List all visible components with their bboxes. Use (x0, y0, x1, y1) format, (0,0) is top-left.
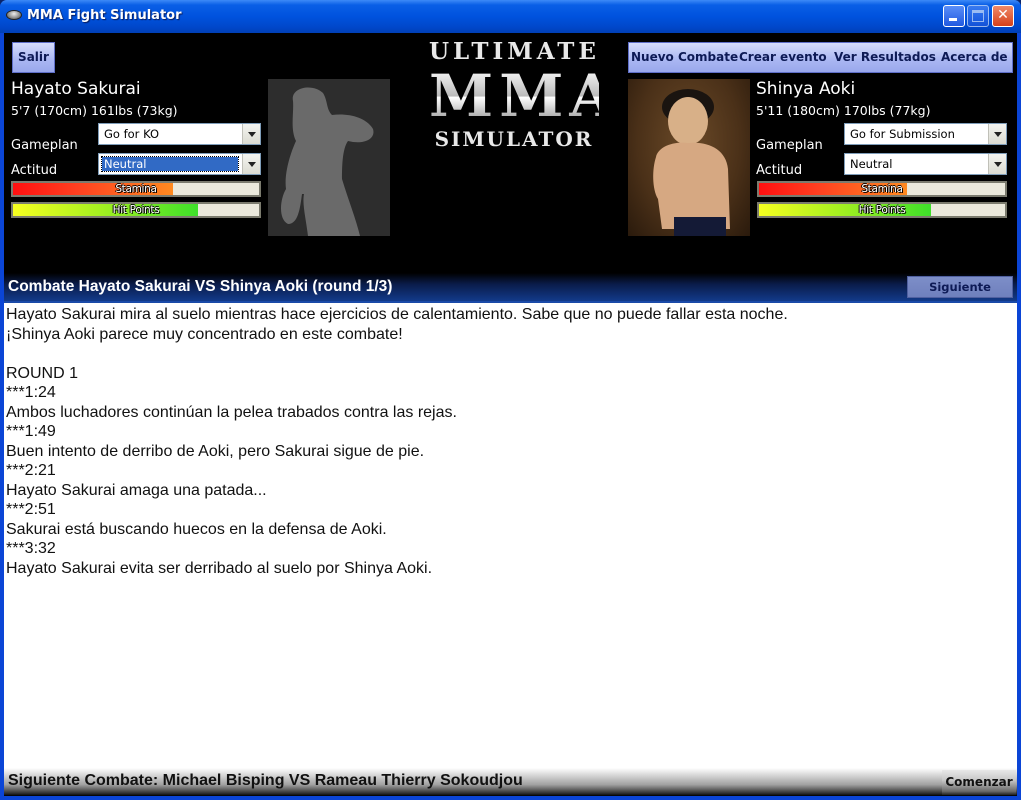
left-fighter-stats: 5'7 (170cm) 161lbs (73kg) (11, 103, 178, 118)
fighters-panel: Salir Nuevo Combate Crear evento Ver Res… (4, 33, 1017, 273)
fight-title: Combate Hayato Sakurai VS Shinya Aoki (r… (8, 278, 393, 295)
start-button[interactable]: Comenzar (942, 770, 1016, 795)
log-line: ***1:49 (6, 423, 56, 440)
next-fight-label: Siguiente Combate: Michael Bisping VS Ra… (8, 772, 523, 789)
right-gameplan-value: Go for Submission (850, 127, 955, 141)
left-gameplan-label: Gameplan (11, 138, 78, 153)
log-line: Hayato Sakurai evita ser derribado al su… (6, 559, 433, 577)
left-attitude-label: Actitud (11, 163, 58, 178)
menu-create-event[interactable]: Crear evento (739, 43, 827, 72)
fighter-photo-icon (653, 89, 730, 236)
left-gameplan-select[interactable]: Go for KO (98, 123, 261, 145)
maximize-button[interactable] (967, 5, 989, 27)
right-attitude-label: Actitud (756, 163, 803, 178)
window-title: MMA Fight Simulator (27, 8, 182, 23)
app-icon (6, 10, 22, 20)
menu-about[interactable]: Acerca de (941, 43, 1008, 72)
right-hp-label: Hit Points (858, 204, 906, 216)
minimize-button[interactable] (943, 5, 965, 27)
log-line: ROUND 1 (6, 364, 79, 382)
log-line: Hayato Sakurai amaga una patada... (6, 481, 267, 499)
right-stamina-label: Stamina (861, 183, 903, 195)
log-line: ***2:21 (6, 462, 56, 479)
next-round-button[interactable]: Siguiente Round (907, 276, 1013, 314)
chevron-down-icon[interactable] (988, 154, 1006, 174)
right-gameplan-select[interactable]: Go for Submission (844, 123, 1007, 145)
right-attitude-value: Neutral (850, 157, 893, 171)
game-logo: ULTIMATE MMA SIMULATOR (429, 38, 621, 158)
left-stamina-bar: Stamina (11, 181, 261, 197)
silhouette-icon (281, 87, 374, 237)
left-attitude-select[interactable]: Neutral (98, 153, 261, 175)
minimize-icon (949, 18, 957, 21)
chevron-down-icon[interactable] (242, 154, 260, 174)
logo-line-2: MMA (429, 62, 621, 130)
exit-button[interactable]: Salir (12, 42, 55, 73)
left-fighter-name: Hayato Sakurai (11, 79, 141, 99)
log-line: Sakurai está buscando huecos en la defen… (6, 520, 387, 538)
chevron-down-icon[interactable] (988, 124, 1006, 144)
log-line: ***2:51 (6, 501, 56, 518)
log-line: Ambos luchadores continúan la pelea trab… (6, 403, 457, 421)
main-menu: Nuevo Combate Crear evento Ver Resultado… (628, 42, 1013, 73)
fight-header: Combate Hayato Sakurai VS Shinya Aoki (r… (4, 273, 1017, 314)
chevron-down-icon[interactable] (242, 124, 260, 144)
close-button[interactable]: ✕ (992, 5, 1014, 27)
right-stamina-bar: Stamina (757, 181, 1007, 197)
fight-log[interactable]: Hayato Sakurai mira al suelo mientras ha… (4, 301, 1017, 768)
maximize-icon (972, 10, 984, 22)
client-area: Salir Nuevo Combate Crear evento Ver Res… (4, 33, 1017, 796)
left-gameplan-value: Go for KO (104, 127, 160, 141)
left-stamina-label: Stamina (115, 183, 157, 195)
footer-bar: Siguiente Combate: Michael Bisping VS Ra… (4, 768, 1017, 796)
left-attitude-value: Neutral (101, 156, 239, 172)
right-fighter-portrait (628, 79, 750, 236)
logo-line-3: SIMULATOR (434, 127, 594, 151)
right-hp-bar: Hit Points (757, 202, 1007, 218)
right-fighter-name: Shinya Aoki (756, 79, 856, 99)
left-fighter-portrait (268, 79, 390, 237)
log-line: Hayato Sakurai mira al suelo mientras ha… (6, 306, 788, 323)
left-hp-label: Hit Points (112, 204, 160, 216)
right-attitude-select[interactable]: Neutral (844, 153, 1007, 175)
log-line: ***3:32 (6, 540, 56, 557)
right-fighter-stats: 5'11 (180cm) 170lbs (77kg) (756, 103, 931, 118)
right-gameplan-label: Gameplan (756, 138, 823, 153)
log-line: ¡Shinya Aoki parece muy concentrado en e… (6, 325, 403, 343)
left-hp-bar: Hit Points (11, 202, 261, 218)
menu-view-results[interactable]: Ver Resultados (834, 43, 936, 72)
log-line: Buen intento de derribo de Aoki, pero Sa… (6, 442, 425, 460)
log-line: ***1:24 (6, 384, 56, 401)
title-bar[interactable]: MMA Fight Simulator ✕ (0, 0, 1021, 33)
close-icon: ✕ (997, 7, 1009, 23)
app-window: MMA Fight Simulator ✕ Salir Nuevo Combat… (0, 0, 1021, 800)
menu-new-fight[interactable]: Nuevo Combate (631, 43, 738, 72)
